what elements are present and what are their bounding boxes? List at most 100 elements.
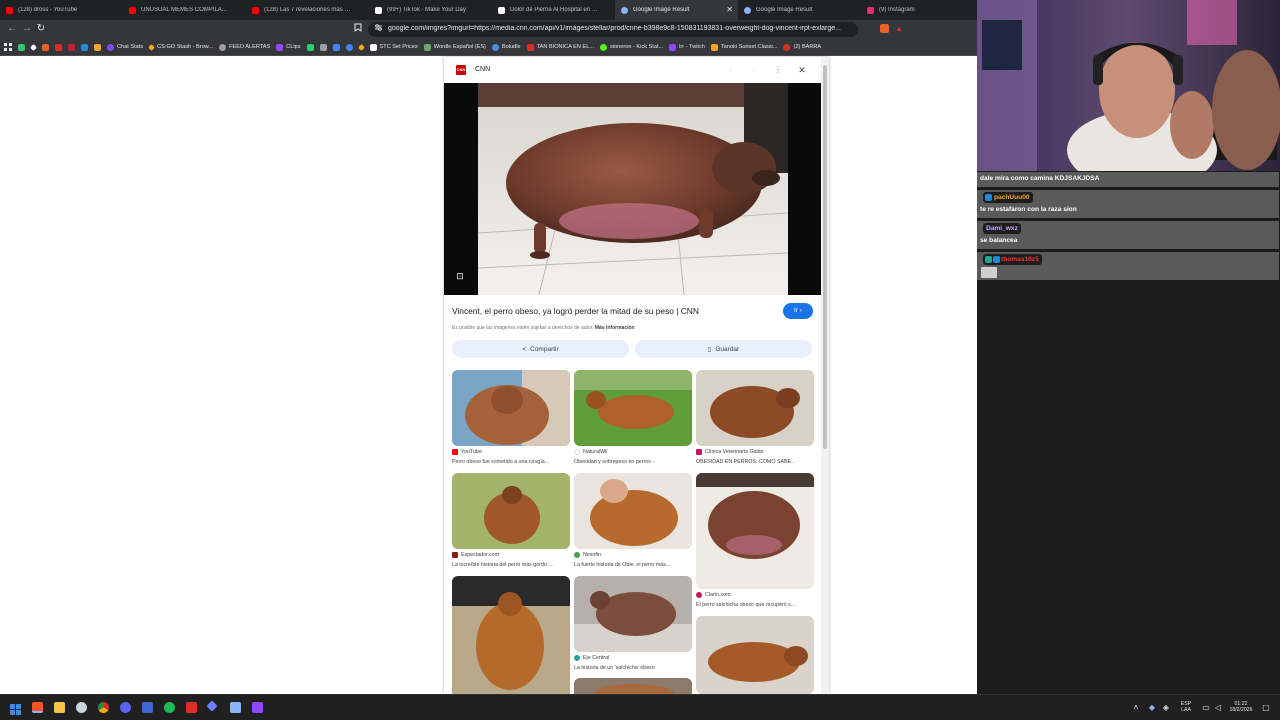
tab-tiktok[interactable]: (99+) TikTok - Make Your Day xyxy=(369,0,492,20)
tab-dolor-pierna[interactable]: Dolor de Pierna Al Hospital en 2021 xyxy=(492,0,615,20)
bookmark-item[interactable] xyxy=(306,43,314,51)
share-icon: < xyxy=(522,345,527,353)
keyboard-language[interactable]: ESP LAA xyxy=(1176,701,1196,713)
chrome-icon[interactable] xyxy=(98,702,109,713)
related-image-thumbnail[interactable] xyxy=(574,473,692,549)
scrollbar-thumb[interactable] xyxy=(823,65,827,449)
panel-scrollbar[interactable] xyxy=(821,57,829,694)
close-icon[interactable]: ✕ xyxy=(795,63,809,77)
bookmark-favicon xyxy=(332,43,340,51)
tab-label: (99+) TikTok - Make Your Day xyxy=(387,7,466,13)
bookmark-item[interactable] xyxy=(357,43,365,51)
dog-photo xyxy=(574,678,692,694)
apps-grid-icon[interactable] xyxy=(4,43,12,51)
site-info-icon[interactable] xyxy=(372,23,384,35)
bookmark-twitch[interactable]: lrr - Twitch xyxy=(669,43,705,51)
bookmark-item[interactable] xyxy=(345,43,353,51)
related-image-thumbnail[interactable] xyxy=(574,576,692,652)
bookmark-favicon xyxy=(107,43,114,51)
tab-label: Google Image Result xyxy=(756,7,813,13)
tab-instagram[interactable]: (9) Instagram xyxy=(861,0,977,20)
app-icon-blue[interactable] xyxy=(142,702,153,713)
url-input[interactable]: google.com/imgres?imgurl=https://media.c… xyxy=(368,22,858,37)
more-info-link[interactable]: Más información xyxy=(595,325,635,331)
spotify-icon[interactable] xyxy=(164,702,175,713)
tab-youtube-dross[interactable]: (128) dross - YouTube xyxy=(0,0,123,20)
bookmark-item[interactable] xyxy=(332,43,340,51)
previous-image-icon[interactable]: ‹ xyxy=(724,63,738,77)
bookmark-page-icon[interactable] xyxy=(352,23,364,35)
bookmark-item[interactable] xyxy=(42,43,49,51)
file-explorer-icon[interactable] xyxy=(54,702,65,713)
bookmark-item[interactable] xyxy=(18,43,25,51)
next-image-icon[interactable]: › xyxy=(747,63,761,77)
tab-google-image-result[interactable]: Google Image Result xyxy=(738,0,861,20)
related-image-thumbnail[interactable] xyxy=(452,576,570,694)
tab-unusual-memes[interactable]: UNUSUAL MEMES COMPILATION V. xyxy=(123,0,246,20)
notifications-icon[interactable]: ▢ xyxy=(1261,703,1271,713)
brave-browser-icon[interactable] xyxy=(32,702,43,713)
bookmark-stc-set-prices[interactable]: STC Set Prices xyxy=(369,43,418,51)
forward-button[interactable]: → xyxy=(21,23,33,35)
bookmark-barra[interactable]: (2) BARRA xyxy=(783,43,821,51)
bookmark-boludle[interactable]: Boludle xyxy=(491,43,521,51)
visit-button[interactable]: Ir › xyxy=(783,303,813,319)
network-icon[interactable]: ▭ xyxy=(1201,703,1211,713)
security-tray-icon[interactable]: ◈ xyxy=(1161,703,1171,713)
related-image-thumbnail[interactable] xyxy=(574,678,692,694)
bookmark-kick-stats[interactable]: sioneron - Kick Stat... xyxy=(600,43,663,51)
chat-username: Dami_wxz xyxy=(983,223,1021,234)
save-button[interactable]: ▯ Guardar xyxy=(635,340,812,358)
bookmark-wordle[interactable]: Wordle Español (ES) xyxy=(423,43,486,51)
bookmark-clips[interactable]: CLips xyxy=(276,43,301,51)
tab-label: (128) Las 7 revelaciones más perturb xyxy=(264,7,352,13)
tab-label: UNUSUAL MEMES COMPILATION V. xyxy=(141,7,229,13)
lens-search-icon[interactable]: ⊡ xyxy=(454,270,466,282)
main-image[interactable]: ⊡ xyxy=(444,83,821,295)
cnn-logo: CNN xyxy=(456,65,466,75)
windows-start-icon[interactable] xyxy=(10,702,21,715)
related-image-thumbnail[interactable] xyxy=(696,473,814,589)
related-title: Obesidad y sobrepeso en perros - xyxy=(574,459,655,465)
tab-google-image-result-active[interactable]: Google Image Result ✕ xyxy=(615,0,738,20)
extension-warning-icon[interactable]: ▲ xyxy=(893,23,905,35)
related-image-thumbnail[interactable] xyxy=(696,616,814,694)
news-app-icon[interactable] xyxy=(186,702,197,713)
share-button[interactable]: < Compartir xyxy=(452,340,629,358)
network-tray-icon[interactable]: ◆ xyxy=(1147,703,1157,713)
extension-icon[interactable] xyxy=(878,23,890,35)
bookmark-tanoki[interactable]: Tanoki Sunset Classi... xyxy=(710,43,777,51)
twitch-studio-icon[interactable] xyxy=(252,702,263,713)
webcam-feed xyxy=(977,0,1280,171)
bookmark-item[interactable] xyxy=(94,43,101,51)
more-options-icon[interactable]: ⋮ xyxy=(771,63,785,77)
image-caption[interactable]: Vincent, el perro obeso, ya logró perder… xyxy=(452,306,699,316)
speaker-icon[interactable]: ◁ xyxy=(1213,703,1223,713)
clock[interactable]: 01:22 18/2/2026 xyxy=(1226,701,1256,713)
app-icon-puzzle[interactable] xyxy=(230,702,241,713)
related-image-thumbnail[interactable] xyxy=(574,370,692,446)
bookmark-item[interactable] xyxy=(55,43,62,51)
steam-icon[interactable] xyxy=(76,702,87,713)
reload-button[interactable]: ↻ xyxy=(35,23,47,35)
bookmark-csgo-stash[interactable]: CS:GO Stash - Brow... xyxy=(148,43,213,51)
chevron-up-icon[interactable]: ˄ xyxy=(1131,703,1141,713)
bookmark-item[interactable] xyxy=(68,43,75,51)
bookmark-item[interactable] xyxy=(319,43,327,51)
bookmark-feed-alertas[interactable]: FEED ALERTAS xyxy=(219,43,270,51)
source-name[interactable]: CNN xyxy=(475,66,490,73)
related-image-thumbnail[interactable] xyxy=(696,370,814,446)
bookmark-chat-stats[interactable]: Chat Stats xyxy=(107,43,143,51)
tab-revelaciones[interactable]: (128) Las 7 revelaciones más perturb xyxy=(246,0,369,20)
close-tab-icon[interactable]: ✕ xyxy=(726,5,733,14)
bookmark-item[interactable] xyxy=(81,43,88,51)
stream-overlay: dale mira como camina KDJSAKJDSA pachUuu… xyxy=(977,0,1280,694)
discord-icon[interactable] xyxy=(120,702,131,713)
back-button[interactable]: ← xyxy=(6,23,18,35)
bookmark-item[interactable] xyxy=(29,43,38,51)
related-image-thumbnail[interactable] xyxy=(452,473,570,549)
related-source: Eje Central xyxy=(574,655,609,661)
related-image-thumbnail[interactable] xyxy=(452,370,570,446)
bookmark-tan-bionica[interactable]: TAN BIONICA EN EL... xyxy=(526,43,594,51)
vpn-icon[interactable] xyxy=(206,700,218,712)
